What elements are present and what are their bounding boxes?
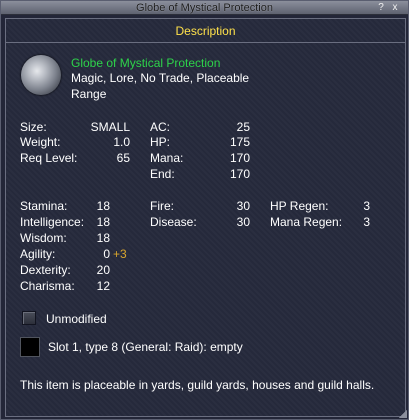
weight-label: Weight: <box>20 135 61 149</box>
description-panel: Description Globe of Mystical Protection… <box>5 18 406 417</box>
item-display-window: Globe of Mystical Protection ? x Descrip… <box>0 0 409 420</box>
weight-value: 1.0 <box>113 135 130 149</box>
ac-label: AC: <box>150 120 171 134</box>
placeable-note: This item is placeable in yards, guild y… <box>20 378 375 392</box>
section-header: Description <box>6 19 405 43</box>
req-level-value: 65 <box>116 151 130 165</box>
stamina-label: Stamina: <box>20 199 68 213</box>
ac-value: 25 <box>236 120 250 134</box>
item-slot: Range <box>71 87 107 101</box>
augment-slot[interactable] <box>20 337 40 357</box>
agility-modifier: +3 <box>113 247 127 261</box>
unmodified-checkbox[interactable] <box>22 311 36 325</box>
size-value: SMALL <box>90 120 130 134</box>
close-button[interactable]: x <box>389 2 401 14</box>
intelligence-value: 18 <box>96 215 110 229</box>
wisdom-label: Wisdom: <box>20 231 67 245</box>
req-level-label: Req Level: <box>20 151 78 165</box>
item-flags: Magic, Lore, No Trade, Placeable <box>71 71 250 85</box>
disease-label: Disease: <box>150 215 197 229</box>
disease-value: 30 <box>236 215 250 229</box>
mana-regen-label: Mana Regen: <box>270 215 343 229</box>
item-name: Globe of Mystical Protection <box>71 56 221 70</box>
endurance-value: 170 <box>229 167 250 181</box>
augment-slot-label: Slot 1, type 8 (General: Raid): empty <box>48 340 243 354</box>
size-label: Size: <box>20 120 47 134</box>
wisdom-value: 18 <box>96 231 110 245</box>
dexterity-value: 20 <box>96 263 110 277</box>
window-title: Globe of Mystical Protection <box>136 2 273 14</box>
stamina-value: 18 <box>96 199 110 213</box>
intelligence-label: Intelligence: <box>20 215 85 229</box>
mana-label: Mana: <box>150 151 184 165</box>
hp-label: HP: <box>150 135 171 149</box>
unmodified-label: Unmodified <box>46 312 107 326</box>
globe-icon <box>21 55 61 95</box>
hp-regen-label: HP Regen: <box>270 199 329 213</box>
charisma-value: 12 <box>96 279 110 293</box>
hp-value: 175 <box>229 135 250 149</box>
mana-regen-value: 3 <box>363 215 370 229</box>
charisma-label: Charisma: <box>20 279 75 293</box>
title-bar[interactable]: Globe of Mystical Protection ? x <box>1 1 408 15</box>
resize-handle[interactable] <box>399 410 407 418</box>
help-button[interactable]: ? <box>375 2 387 14</box>
fire-label: Fire: <box>150 199 174 213</box>
mana-value: 170 <box>229 151 250 165</box>
endurance-label: End: <box>150 167 175 181</box>
agility-value: 0 <box>103 247 110 261</box>
fire-value: 30 <box>236 199 250 213</box>
agility-label: Agility: <box>20 247 56 261</box>
dexterity-label: Dexterity: <box>20 263 71 277</box>
hp-regen-value: 3 <box>363 199 370 213</box>
